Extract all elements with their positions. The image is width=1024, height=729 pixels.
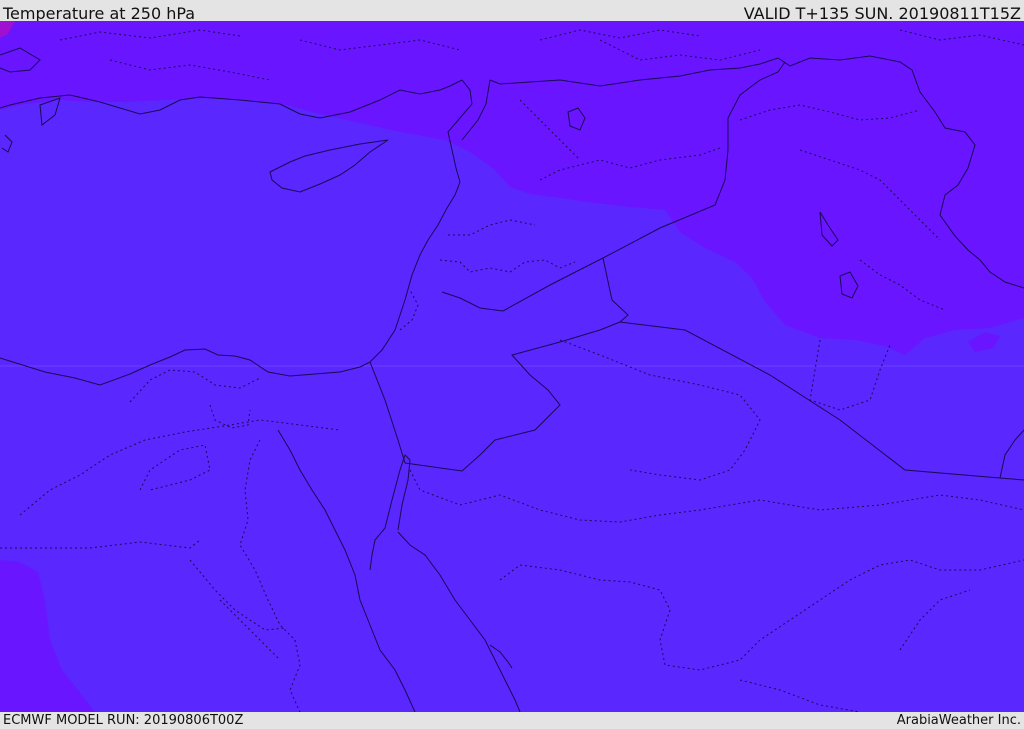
credit-label: ArabiaWeather Inc. [896, 713, 1021, 728]
temperature-map [0, 21, 1024, 712]
model-run-label: ECMWF MODEL RUN: 20190806T00Z [3, 713, 244, 728]
weather-map-page: Temperature at 250 hPa VALID T+135 SUN. … [0, 0, 1024, 729]
